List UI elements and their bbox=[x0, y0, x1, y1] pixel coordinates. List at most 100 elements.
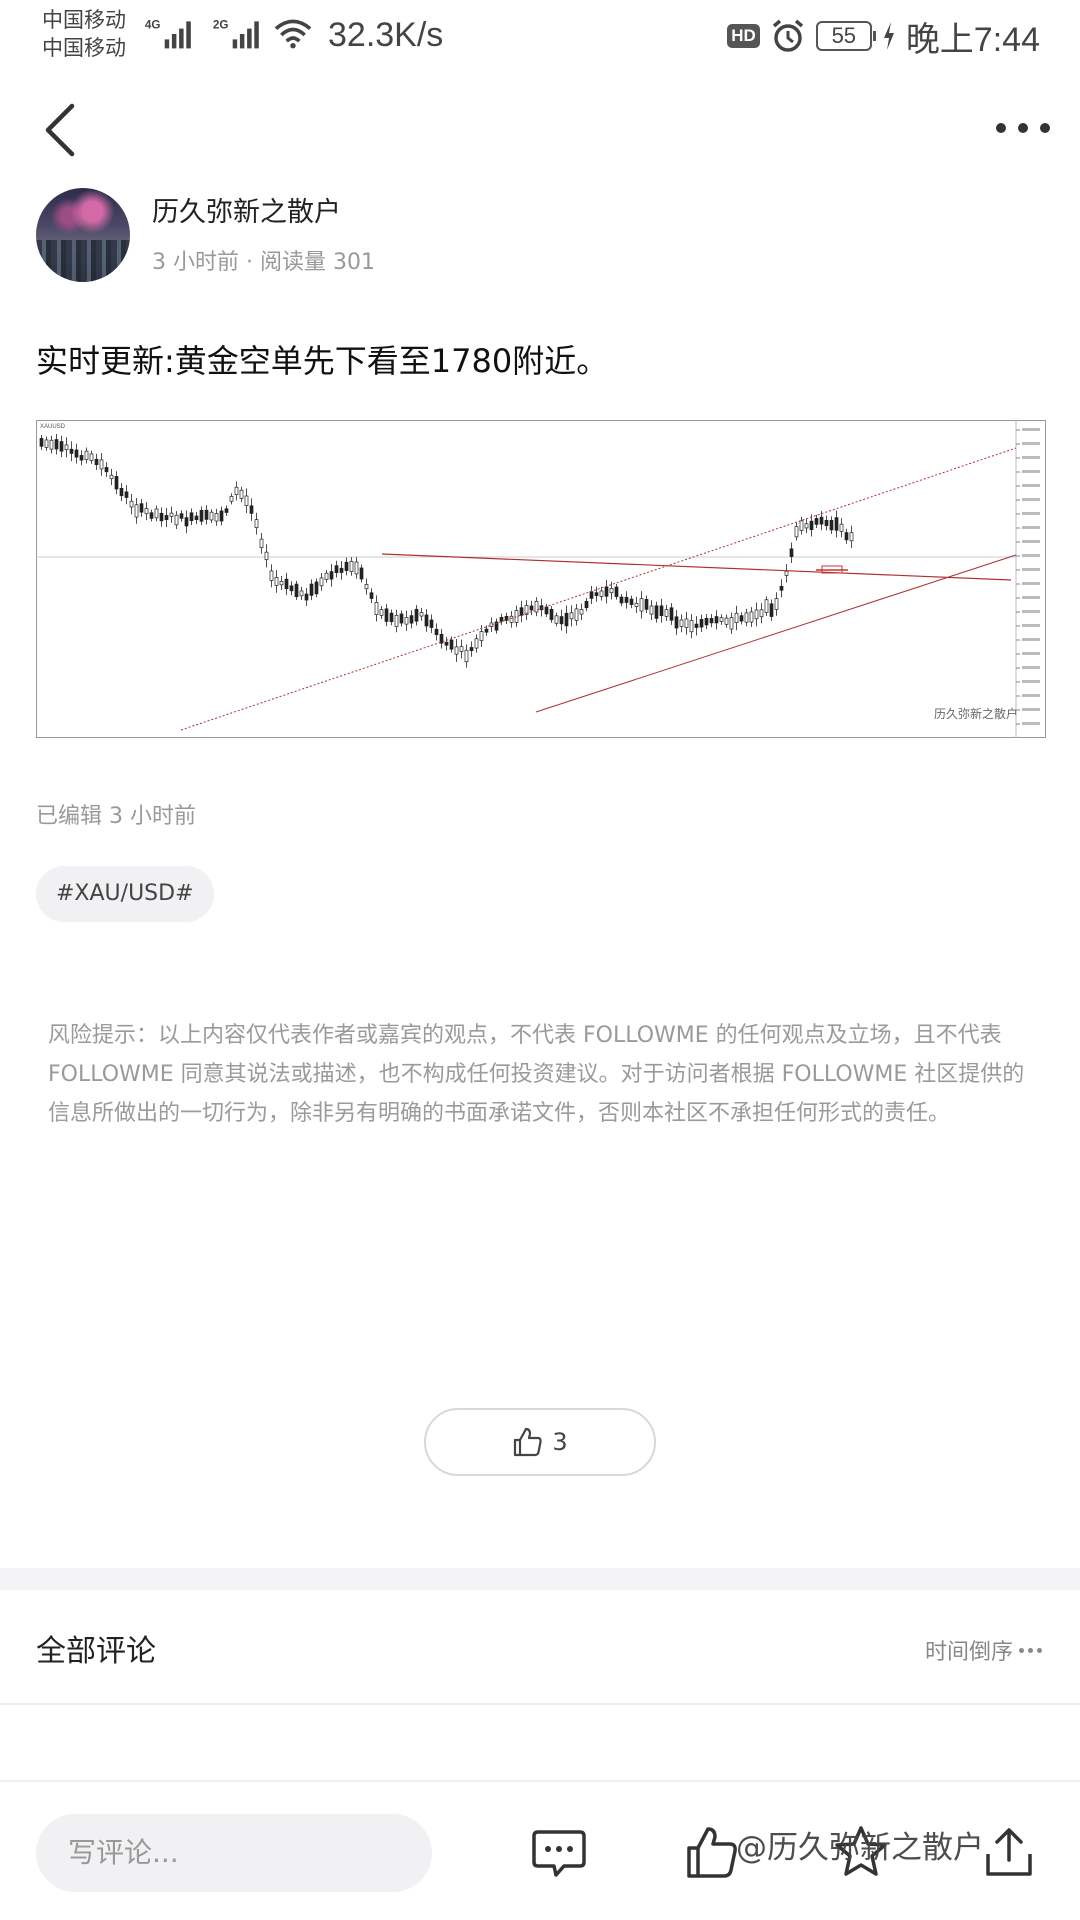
candle-body bbox=[244, 495, 249, 506]
candle-body bbox=[414, 608, 419, 622]
candle-body bbox=[319, 577, 324, 587]
candle-body bbox=[499, 617, 504, 622]
thumbs-up-icon[interactable] bbox=[684, 1824, 742, 1882]
candle-body bbox=[679, 619, 684, 627]
candle-body bbox=[804, 523, 809, 529]
candle-body bbox=[359, 567, 364, 580]
price-tick-label bbox=[1022, 680, 1040, 683]
candle-body bbox=[794, 526, 799, 538]
candle-body bbox=[849, 532, 854, 542]
candle-body bbox=[64, 444, 69, 451]
price-tick-label bbox=[1022, 554, 1040, 557]
chart-image[interactable]: XAUUSD 历久弥新之散户 bbox=[36, 420, 1046, 738]
candle-body bbox=[89, 453, 94, 461]
candle-body bbox=[94, 458, 99, 466]
candle-body bbox=[694, 623, 699, 628]
candle-body bbox=[784, 570, 789, 576]
candle-body bbox=[554, 615, 559, 624]
candle-body bbox=[329, 571, 334, 580]
more-dots-icon[interactable] bbox=[996, 118, 1050, 138]
candle-body bbox=[374, 602, 379, 615]
candle-body bbox=[639, 598, 644, 612]
price-tick-label bbox=[1022, 652, 1040, 655]
candle-body bbox=[39, 438, 44, 447]
chart-watermark: 历久弥新之散户 bbox=[934, 706, 1018, 721]
candle-body bbox=[364, 584, 369, 590]
candle-body bbox=[709, 618, 714, 624]
post-meta: 3 小时前 · 阅读量 301 bbox=[152, 250, 375, 275]
candle-body bbox=[529, 605, 534, 611]
topic-tag[interactable]: #XAU/USD# bbox=[36, 866, 214, 922]
candle-body bbox=[654, 605, 659, 619]
candle-body bbox=[439, 633, 444, 644]
candle-body bbox=[174, 514, 179, 526]
signal-4g-icon: 4G bbox=[145, 19, 191, 49]
like-count: 3 bbox=[552, 1428, 568, 1456]
section-divider bbox=[0, 1568, 1080, 1590]
dot bbox=[1018, 123, 1028, 133]
candle-body bbox=[344, 561, 349, 571]
candle-body bbox=[59, 441, 64, 452]
candle-body bbox=[559, 616, 564, 625]
carrier-1: 中国移动 bbox=[42, 8, 126, 32]
candle-body bbox=[614, 586, 619, 597]
price-tick-label bbox=[1022, 498, 1040, 501]
candle-body bbox=[464, 649, 469, 663]
candle-body bbox=[764, 599, 769, 613]
like-button[interactable]: 3 bbox=[424, 1408, 656, 1476]
candle-body bbox=[209, 511, 214, 521]
carrier-labels: 中国移动 中国移动 bbox=[42, 6, 126, 62]
candle-body bbox=[534, 600, 539, 613]
candle-body bbox=[739, 615, 744, 622]
candle-body bbox=[254, 519, 259, 528]
candle-body bbox=[689, 620, 694, 633]
post-title: 实时更新:黄金空单先下看至1780附近。 bbox=[36, 342, 609, 380]
candle-body bbox=[389, 612, 394, 623]
edited-time: 已编辑 3 小时前 bbox=[36, 804, 196, 829]
candle-body bbox=[214, 513, 219, 522]
candle-body bbox=[544, 606, 549, 615]
candle-body bbox=[584, 600, 589, 609]
comment-input[interactable]: 写评论... bbox=[36, 1814, 432, 1892]
candle-body bbox=[669, 607, 674, 621]
candle-body bbox=[769, 603, 774, 617]
candle-body bbox=[579, 609, 584, 615]
comment-bubble-icon[interactable] bbox=[530, 1824, 588, 1882]
candle-body bbox=[829, 519, 834, 531]
candle-body bbox=[814, 518, 819, 525]
candle-body bbox=[699, 619, 704, 628]
candle-body bbox=[354, 561, 359, 575]
sort-button[interactable]: 时间倒序 bbox=[925, 1634, 1042, 1666]
candle-body bbox=[179, 513, 184, 519]
candle-body bbox=[379, 609, 384, 616]
author-avatar[interactable] bbox=[36, 188, 130, 282]
candle-body bbox=[224, 508, 229, 513]
candle-body bbox=[664, 609, 669, 617]
candle-body bbox=[409, 615, 414, 624]
candle-body bbox=[84, 450, 89, 461]
author-name[interactable]: 历久弥新之散户 bbox=[152, 190, 341, 229]
candle-body bbox=[399, 613, 404, 624]
candle-body bbox=[164, 515, 169, 521]
candle-body bbox=[114, 476, 119, 490]
price-tick-label bbox=[1022, 624, 1040, 627]
candle-body bbox=[469, 647, 474, 652]
dot bbox=[1040, 123, 1050, 133]
candle-body bbox=[49, 439, 54, 450]
candle-body bbox=[809, 520, 814, 531]
candle-body bbox=[719, 617, 724, 622]
candle-body bbox=[294, 583, 299, 598]
price-chart-svg: XAUUSD 历久弥新之散户 bbox=[36, 420, 1046, 738]
candle-body bbox=[574, 608, 579, 621]
candle-body bbox=[274, 577, 279, 586]
share-icon[interactable] bbox=[980, 1824, 1038, 1882]
candle-body bbox=[199, 510, 204, 522]
candle-body bbox=[734, 612, 739, 623]
candle-body bbox=[774, 598, 779, 610]
candle-body bbox=[819, 516, 824, 525]
candle-body bbox=[799, 520, 804, 531]
back-chevron-left-icon[interactable] bbox=[38, 100, 82, 160]
candle-body bbox=[314, 581, 319, 595]
candle-body bbox=[149, 512, 154, 519]
candle-body bbox=[834, 517, 839, 531]
